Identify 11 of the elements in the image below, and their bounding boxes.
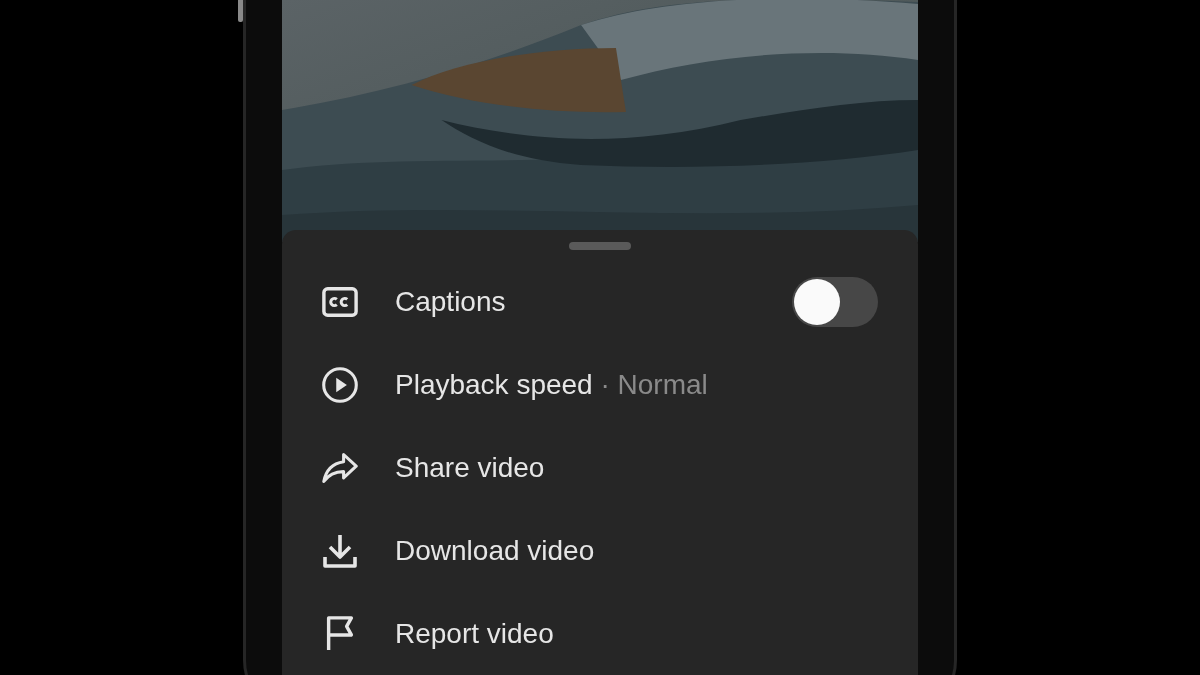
current-value: · Normal — [600, 368, 708, 400]
toggle-switch[interactable] — [792, 276, 878, 327]
download-icon — [322, 532, 358, 569]
drag-handle[interactable] — [569, 242, 631, 250]
menu-item[interactable]: Download video — [282, 509, 878, 592]
menu-item[interactable]: Captions — [282, 260, 792, 343]
menu-item[interactable]: Share video — [282, 426, 878, 509]
play-circle-icon — [322, 366, 358, 403]
side-button[interactable] — [238, 0, 243, 22]
menu-item[interactable]: Report video — [282, 592, 878, 675]
menu-item[interactable]: Playback speed · Normal — [282, 343, 878, 426]
